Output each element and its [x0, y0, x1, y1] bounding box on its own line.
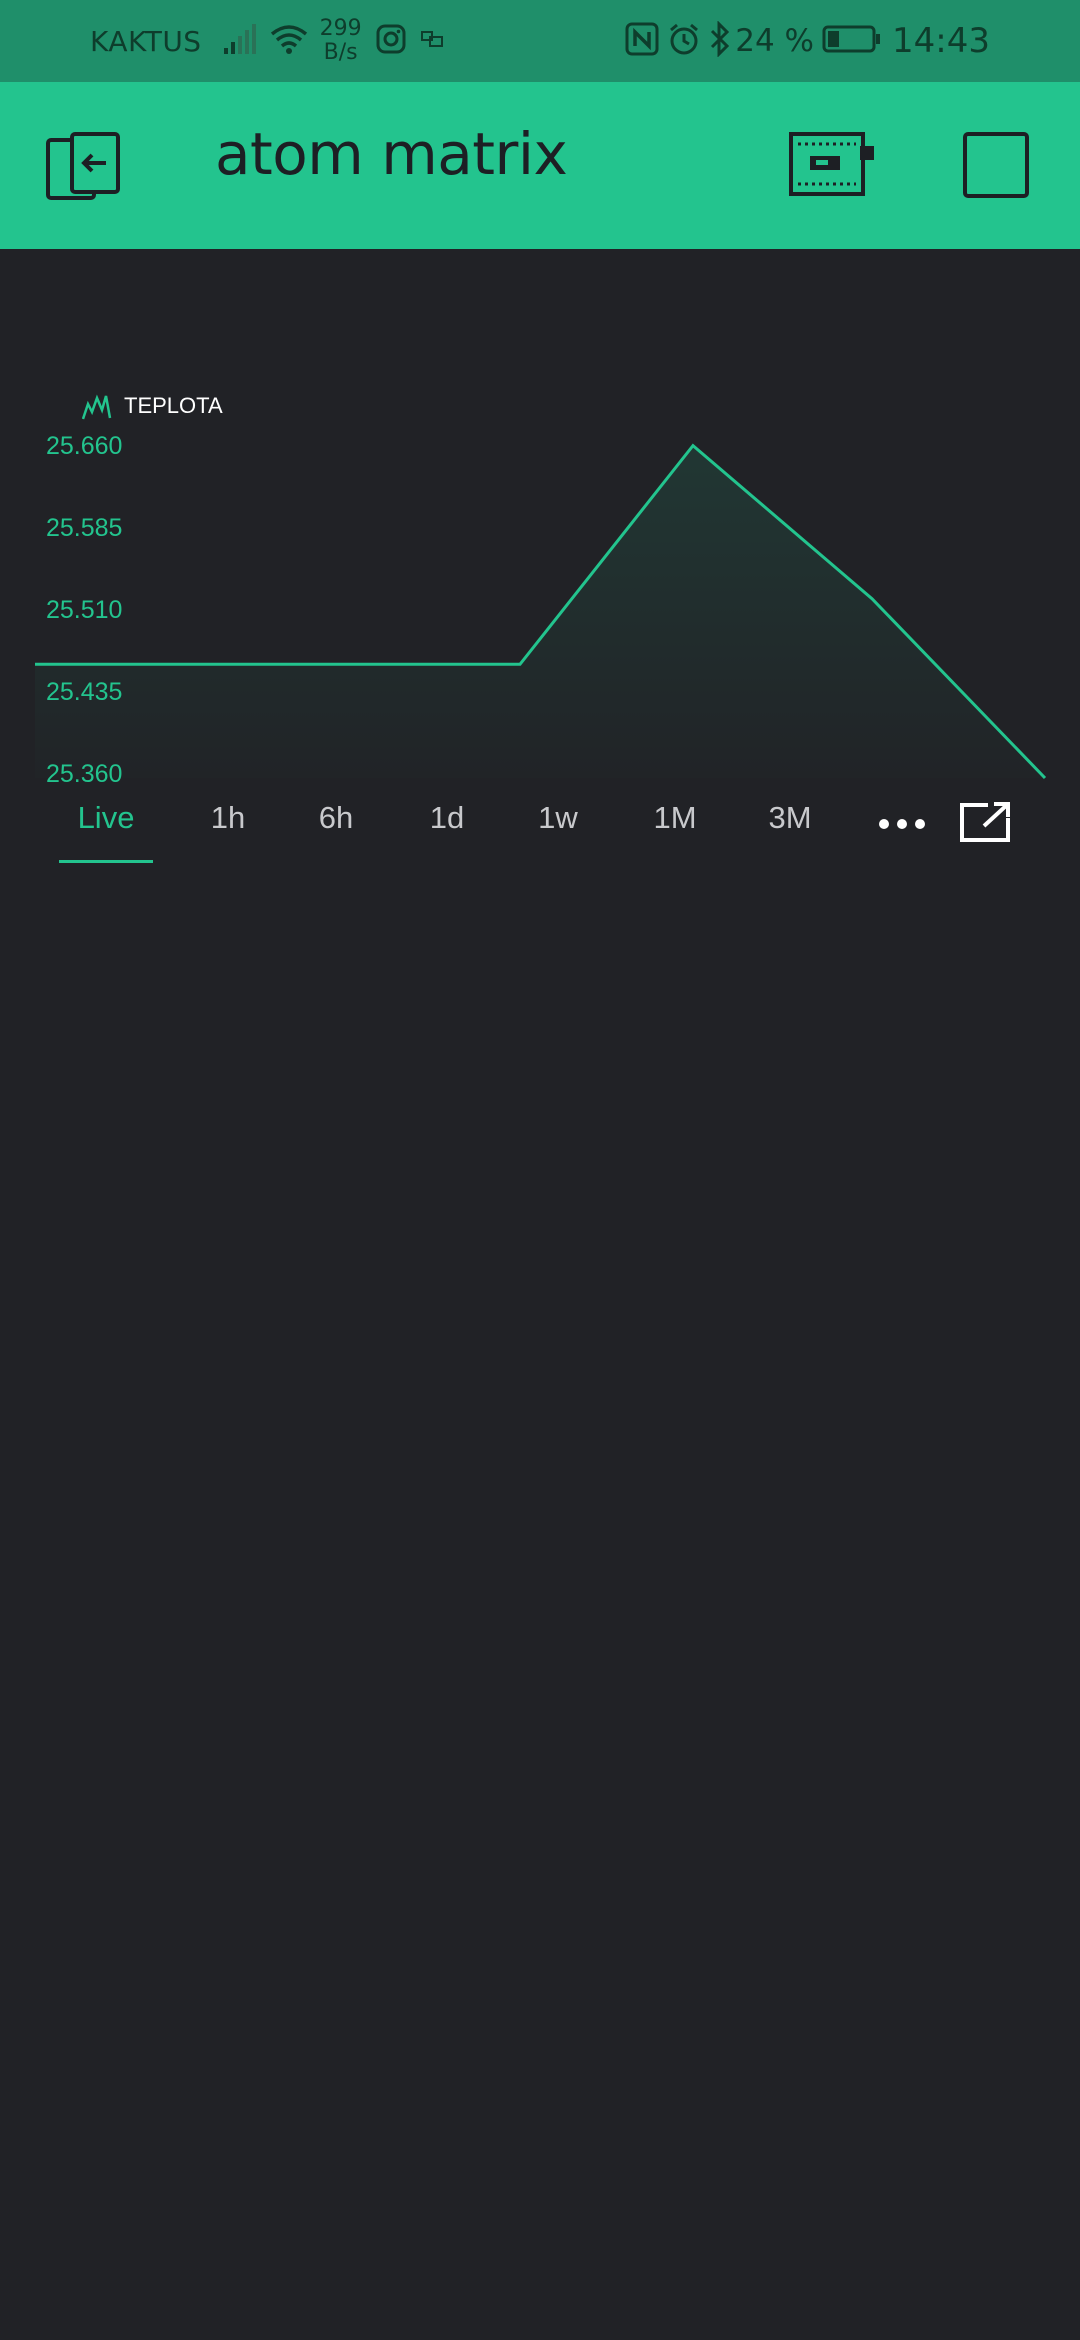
- active-tab-indicator: [59, 860, 153, 863]
- tab-1w[interactable]: 1w: [538, 800, 578, 836]
- tab-6h[interactable]: 6h: [319, 800, 353, 836]
- y-tick: 25.435: [46, 678, 123, 706]
- tab-1d[interactable]: 1d: [430, 800, 464, 836]
- fullscreen-icon[interactable]: [958, 800, 1012, 844]
- network-speed-unit: B/s: [323, 40, 358, 65]
- chart-legend: TEPLOTA: [82, 392, 223, 420]
- exit-icon: [46, 132, 120, 200]
- alarm-icon: [667, 22, 701, 60]
- battery-icon: [822, 24, 882, 58]
- device-icon: [789, 132, 874, 196]
- network-speed-value: 299: [319, 16, 362, 41]
- time-range-bar: Live 1h 6h 1d 1w 1M 3M: [0, 800, 1080, 870]
- nfc-icon: [625, 22, 659, 60]
- instagram-icon: [376, 24, 406, 58]
- bluetooth-icon: [709, 20, 731, 61]
- y-tick: 25.510: [46, 596, 123, 624]
- device-button[interactable]: [788, 130, 876, 200]
- signal-icon: [223, 24, 260, 58]
- carrier-name: KAKTUS: [90, 24, 202, 58]
- tab-1m[interactable]: 1M: [653, 800, 696, 836]
- tab-live[interactable]: Live: [78, 800, 135, 836]
- wifi-icon: [270, 23, 308, 59]
- exit-button[interactable]: [46, 130, 120, 204]
- play-stop-button[interactable]: [963, 132, 1029, 198]
- tab-1h[interactable]: 1h: [211, 800, 245, 836]
- y-tick: 25.360: [46, 760, 123, 788]
- tab-3m[interactable]: 3M: [768, 800, 811, 836]
- more-icon[interactable]: [876, 814, 928, 834]
- network-speed: 299 B/s: [320, 17, 362, 65]
- status-left: KAKTUS 299 B/s: [90, 0, 446, 82]
- battery-percent: 24 %: [735, 23, 815, 59]
- status-bar: KAKTUS 299 B/s 24 % 14:43: [0, 0, 1080, 82]
- y-tick: 25.660: [46, 432, 123, 460]
- app-bar: atom matrix: [0, 82, 1080, 249]
- chart-plot: [35, 443, 1047, 780]
- status-right: 24 % 14:43: [617, 0, 990, 82]
- line-chart-icon: [82, 394, 112, 420]
- series-area: [35, 445, 1045, 778]
- page-title: atom matrix: [215, 120, 568, 188]
- legend-label: TEPLOTA: [124, 393, 223, 418]
- clock: 14:43: [892, 21, 990, 61]
- y-tick: 25.585: [46, 514, 123, 542]
- notification-icon: [420, 28, 446, 54]
